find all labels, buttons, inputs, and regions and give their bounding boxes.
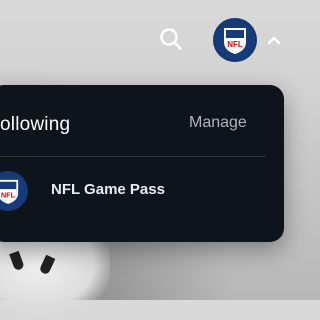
list-item-label: NFL Game Pass	[51, 181, 165, 198]
chevron-up-icon	[267, 36, 281, 45]
avatar-logo-text: NFL	[227, 40, 243, 49]
divider	[0, 156, 266, 157]
following-dropdown	[0, 85, 284, 242]
nfl-shield-icon: NFL	[0, 179, 19, 204]
list-item-nfl-game-pass[interactable]: NFL NFL Game Pass	[0, 166, 284, 216]
menu-toggle-button[interactable]	[264, 30, 284, 50]
search-button[interactable]	[156, 24, 186, 54]
nfl-shield-icon: NFL	[224, 28, 246, 54]
manage-button[interactable]: Manage	[189, 114, 247, 132]
item-logo-text: NFL	[1, 190, 16, 199]
avatar[interactable]: NFL	[213, 18, 257, 62]
search-icon	[160, 28, 182, 50]
following-title: ollowing	[0, 114, 71, 135]
nfl-logo: NFL	[0, 171, 28, 211]
